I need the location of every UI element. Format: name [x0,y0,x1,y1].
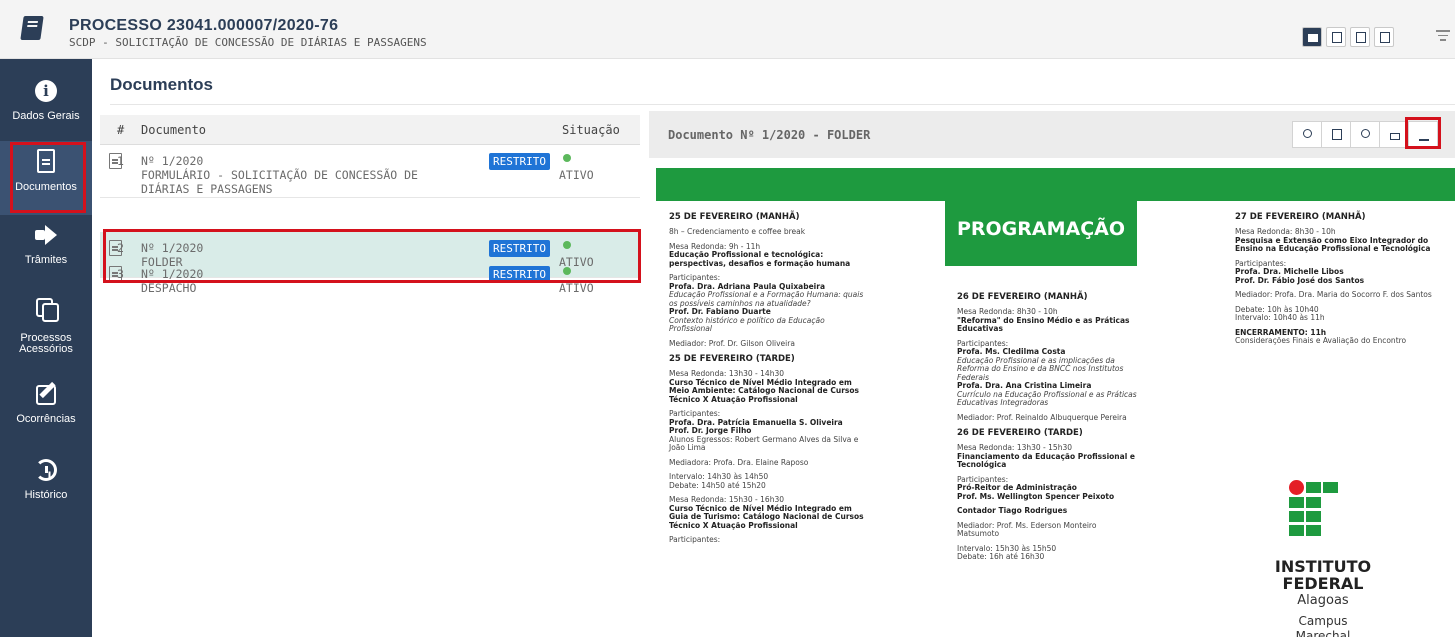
sidebar-item-label: Dados Gerais [12,110,80,122]
table-row[interactable]: 1 Nº 1/2020 FORMULÁRIO - SOLICITAÇÃO DE … [100,145,640,198]
sidebar-item-processos-acessorios[interactable]: Processos Acessórios [0,297,92,367]
status-text: ATIVO [559,281,594,295]
folder-column-3: 27 DE FEVEREIRO (MANHÃ) Mesa Redonda: 8h… [1235,212,1432,345]
table-header: # Documento Situação [100,115,640,145]
folder-column-1: 25 DE FEVEREIRO (MANHÃ) 8h – Credenciame… [669,212,864,544]
logo-text: INSTITUTO FEDERAL [1274,557,1372,593]
sidebar-item-ocorrencias[interactable]: Ocorrências [0,385,92,440]
row-number: 1 [117,154,124,168]
file-icon[interactable] [1326,27,1346,47]
restricted-badge: RESTRITO [489,153,550,170]
sidebar-item-label: Ocorrências [16,413,76,425]
pdf-icon[interactable] [1374,27,1394,47]
page-title: Documentos [110,75,213,94]
documentos-highlight [10,142,86,213]
process-header: PROCESSO 23041.000007/2020-76 SCDP - SOL… [0,0,1455,59]
info-icon: i [35,80,57,102]
selected-row-highlight [103,229,641,283]
column-num: # [117,123,125,137]
status-dot-icon [563,154,571,162]
process-subtitle: SCDP - SOLICITAÇÃO DE CONCESSÃO DE DIÁRI… [69,36,427,49]
sign-out-icon [35,224,57,246]
folder-heading: PROGRAMAÇÃO [956,218,1126,240]
file-search-icon[interactable] [1321,121,1351,148]
header-toolbar [1302,27,1394,47]
search-icon[interactable] [1292,121,1322,148]
history-icon [35,459,57,481]
book-icon [20,16,44,40]
sidebar-item-historico[interactable]: Histórico [0,459,92,514]
copy-icon[interactable] [1350,27,1370,47]
viewer-header: Documento Nº 1/2020 - FOLDER [649,111,1455,158]
process-title: PROCESSO 23041.000007/2020-76 [69,17,339,34]
viewer-title: Documento Nº 1/2020 - FOLDER [668,128,871,142]
sidebar-item-label: Processos Acessórios [19,332,73,355]
column-document[interactable]: Documento [141,123,206,137]
document-viewer[interactable]: PROGRAMAÇÃO 25 DE FEVEREIRO (MANHÃ) 8h –… [649,158,1455,637]
column-status[interactable]: Situação [562,123,620,137]
edit-icon [36,385,56,405]
folder-green-band [656,168,1455,201]
row-document[interactable]: Nº 1/2020 FORMULÁRIO - SOLICITAÇÃO DE CO… [141,154,418,196]
folder-open-icon[interactable] [1302,27,1322,47]
sidebar-item-label: Histórico [24,489,68,501]
title-divider [110,104,1455,105]
sidebar-item-dados-gerais[interactable]: i Dados Gerais [0,77,92,135]
copy-icon [35,297,59,322]
sidebar-item-label: Trâmites [24,254,68,266]
download-highlight [1405,117,1441,149]
logo-state: Alagoas [1297,593,1349,608]
logo-campus: Campus Marechal [1295,614,1351,637]
folder-column-2: 26 DE FEVEREIRO (MANHÃ) Mesa Redonda: 8h… [957,292,1137,561]
users-icon[interactable] [1350,121,1380,148]
sidebar-item-tramites[interactable]: Trâmites [0,224,92,279]
status-text: ATIVO [559,168,594,182]
filter-icon[interactable] [1436,30,1450,44]
